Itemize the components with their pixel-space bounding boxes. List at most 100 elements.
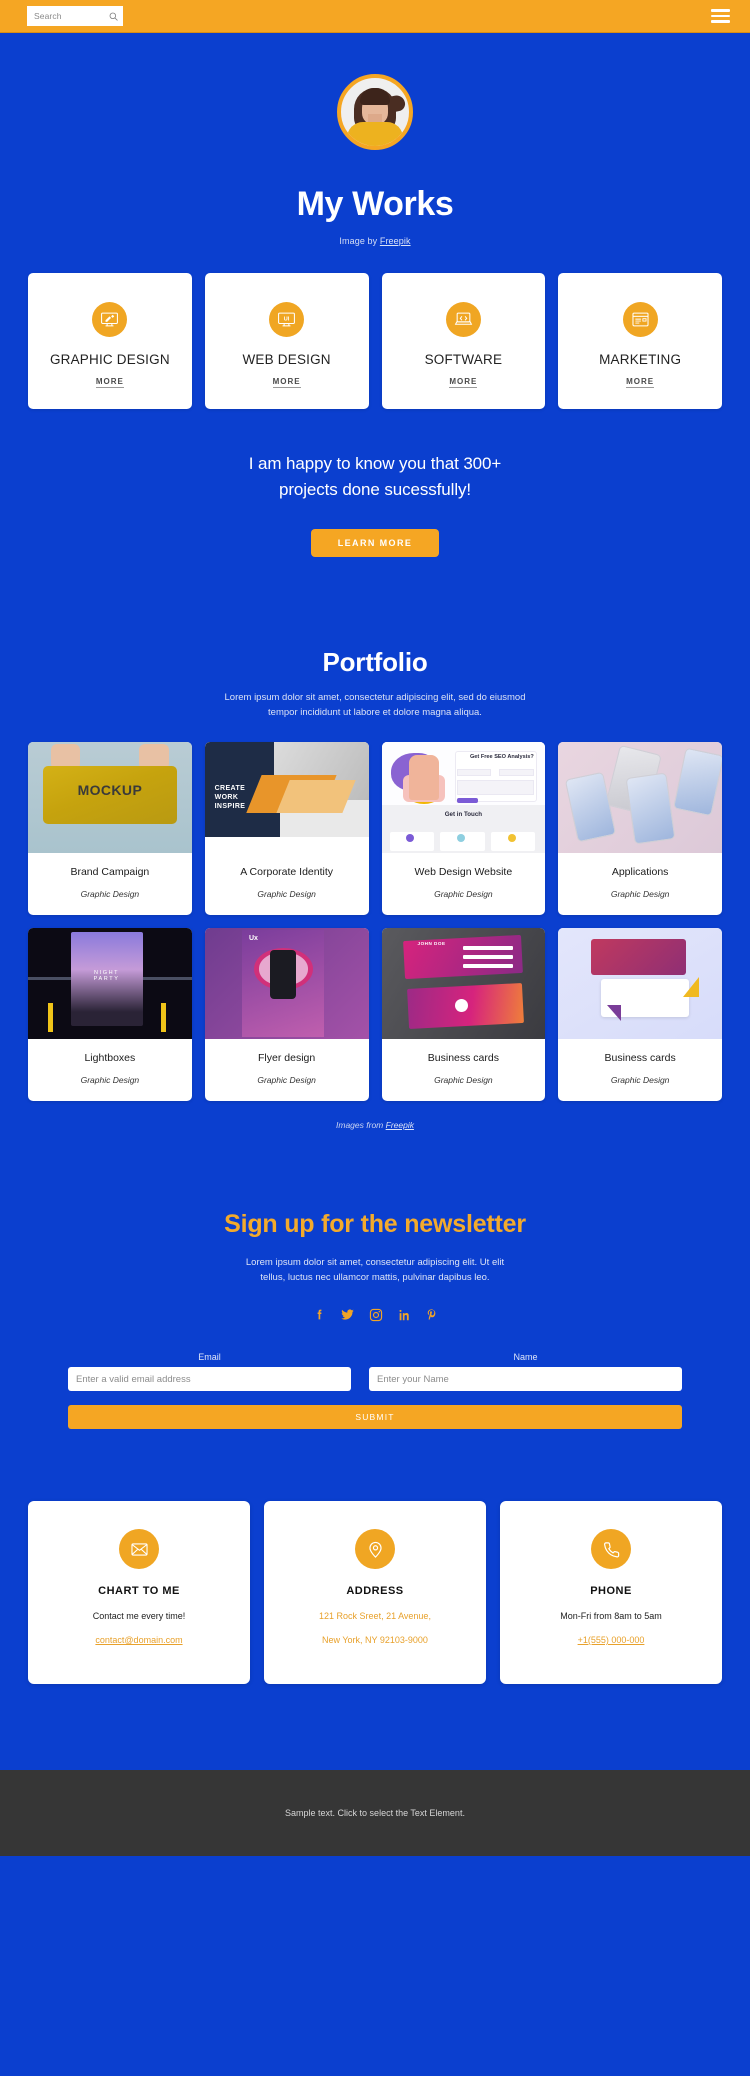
software-code-icon xyxy=(445,302,481,337)
search-input[interactable]: Search xyxy=(34,11,62,21)
portfolio-card[interactable]: Applications Graphic Design xyxy=(558,742,722,915)
phone-icon xyxy=(591,1529,631,1569)
web-design-ui-icon: UI xyxy=(269,302,305,337)
service-card-software[interactable]: SOFTWARE MORE xyxy=(381,273,546,409)
newsletter-text-line-1: Lorem ipsum dolor sit amet, consectetur … xyxy=(245,1257,505,1268)
search-input-wrapper[interactable]: Search xyxy=(27,6,123,26)
map-pin-icon xyxy=(355,1529,395,1569)
night-party-lightbox-photo: NIGHT PARTY xyxy=(28,928,192,1039)
portfolio-item-title: Lightboxes xyxy=(84,1052,136,1064)
portfolio-card[interactable]: Business cards Graphic Design xyxy=(558,928,722,1101)
top-bar: Search xyxy=(0,0,750,33)
portfolio-card[interactable]: Ux Flyer design Graphic Design xyxy=(204,928,369,1101)
portfolio-grid: MOCKUP Brand Campaign Graphic Design CRE… xyxy=(28,742,722,1101)
freepik-link[interactable]: Freepik xyxy=(380,236,411,246)
purple-flyer-photo: Ux xyxy=(204,928,369,1039)
contact-card-line-2: New York, NY 92103-9000 xyxy=(322,1635,428,1645)
stats-headline: I am happy to know you that 300+ project… xyxy=(0,451,750,503)
linkedin-icon[interactable] xyxy=(397,1308,411,1322)
credit-prefix: Images from xyxy=(336,1120,386,1130)
pinterest-icon[interactable] xyxy=(425,1307,438,1322)
mockup-bag-photo: MOCKUP xyxy=(28,742,192,853)
service-name: WEB DESIGN xyxy=(242,352,331,367)
seo-landing-page-photo: Get Free SEO Analysis? Get in Touch xyxy=(381,742,546,853)
newsletter-text: Lorem ipsum dolor sit amet, consectetur … xyxy=(195,1255,555,1285)
footer-text[interactable]: Sample text. Click to select the Text El… xyxy=(285,1808,465,1818)
portfolio-card[interactable]: JOHN DOE Business cards Graphic Design xyxy=(381,928,546,1101)
portfolio-item-category: Graphic Design xyxy=(610,889,670,899)
portfolio-item-category: Graphic Design xyxy=(257,889,316,899)
portfolio-item-title: Business cards xyxy=(604,1052,676,1064)
contact-card-email: CHART TO ME Contact me every time! conta… xyxy=(28,1501,250,1684)
service-name: MARKETING xyxy=(599,352,682,367)
portfolio-item-title: Applications xyxy=(611,866,669,878)
portfolio-card[interactable]: CREATE WORK INSPIRE A Corporate Identity G… xyxy=(204,742,369,915)
avatar xyxy=(337,74,413,150)
contact-card-title: CHART TO ME xyxy=(98,1585,180,1597)
contact-cards-row: CHART TO ME Contact me every time! conta… xyxy=(28,1501,722,1684)
service-card-graphic-design[interactable]: GRAPHIC DESIGN MORE xyxy=(28,273,192,409)
pink-business-cards-photo: JOHN DOE xyxy=(381,928,546,1039)
portfolio-card[interactable]: MOCKUP Brand Campaign Graphic Design xyxy=(28,742,192,915)
stats-line-2: projects done sucessfully! xyxy=(278,480,472,499)
portfolio-item-category: Graphic Design xyxy=(80,889,140,899)
hamburger-menu-icon[interactable] xyxy=(711,9,730,23)
portfolio-item-category: Graphic Design xyxy=(80,1075,140,1085)
facebook-icon[interactable] xyxy=(313,1307,326,1322)
contact-card-line-1: 121 Rock Sreet, 21 Avenue, xyxy=(319,1611,431,1621)
contact-card-line-2: +1(555) 000-000 xyxy=(500,1635,722,1645)
learn-more-wrapper: LEARN MORE xyxy=(0,529,750,557)
phone-link[interactable]: +1(555) 000-000 xyxy=(578,1635,645,1645)
twitter-icon[interactable] xyxy=(340,1307,355,1322)
service-name: SOFTWARE xyxy=(424,352,503,367)
freepik-link[interactable]: Freepik xyxy=(386,1120,414,1130)
submit-button[interactable]: SUBMIT xyxy=(68,1405,682,1429)
portfolio-item-category: Graphic Design xyxy=(257,1075,316,1085)
portfolio-subtitle: Lorem ipsum dolor sit amet, consectetur … xyxy=(185,690,565,720)
footer: Sample text. Click to select the Text El… xyxy=(0,1770,750,1856)
contact-card-phone: PHONE Mon-Fri from 8am to 5am +1(555) 00… xyxy=(500,1501,722,1684)
email-link[interactable]: contact@domain.com xyxy=(95,1635,182,1645)
service-name: GRAPHIC DESIGN xyxy=(49,352,170,367)
pastel-business-cards-photo xyxy=(558,928,722,1039)
corporate-template-photo: CREATE WORK INSPIRE xyxy=(204,742,369,853)
instagram-icon[interactable] xyxy=(369,1308,383,1322)
contact-card-line-1: Contact me every time! xyxy=(92,1611,186,1621)
credit-prefix: Image by xyxy=(339,236,380,246)
email-field[interactable] xyxy=(68,1367,351,1391)
portfolio-item-title: A Corporate Identity xyxy=(240,866,334,878)
portfolio-image-credit: Images from Freepik xyxy=(0,1120,750,1130)
portfolio-subtitle-line-1: Lorem ipsum dolor sit amet, consectetur … xyxy=(224,692,526,703)
newsletter-form: Email Name SUBMIT xyxy=(68,1352,682,1429)
newsletter-title: Sign up for the newsletter xyxy=(224,1210,526,1238)
service-more-link[interactable]: MORE xyxy=(272,377,301,388)
graphic-design-icon xyxy=(92,302,128,337)
hero-section: My Works Image by Freepik xyxy=(0,33,750,246)
envelope-icon xyxy=(119,1529,159,1569)
service-card-web-design[interactable]: UI WEB DESIGN MORE xyxy=(204,273,369,409)
name-field[interactable] xyxy=(369,1367,682,1391)
portfolio-item-title: Web Design Website xyxy=(414,866,513,878)
hero-image-credit: Image by Freepik xyxy=(0,236,750,246)
portfolio-card[interactable]: Get Free SEO Analysis? Get in Touch Web … xyxy=(381,742,546,915)
newsletter-text-line-2: tellus, luctus nec ullamcor mattis, pulv… xyxy=(260,1272,490,1283)
portfolio-item-category: Graphic Design xyxy=(434,889,493,899)
newsletter-section: Sign up for the newsletter Lorem ipsum d… xyxy=(0,1210,750,1429)
portfolio-item-category: Graphic Design xyxy=(434,1075,493,1085)
portfolio-item-title: Business cards xyxy=(427,1052,499,1064)
service-card-marketing[interactable]: MARKETING MORE xyxy=(558,273,722,409)
service-more-link[interactable]: MORE xyxy=(95,377,124,388)
services-row: GRAPHIC DESIGN MORE UI WEB DESIGN MORE S… xyxy=(28,273,722,409)
search-icon xyxy=(109,12,118,21)
portfolio-header: Portfolio Lorem ipsum dolor sit amet, co… xyxy=(0,647,750,720)
learn-more-button[interactable]: LEARN MORE xyxy=(310,529,440,557)
contact-card-title: PHONE xyxy=(590,1585,632,1597)
name-label: Name xyxy=(513,1352,538,1362)
portfolio-subtitle-line-2: tempor incididunt ut labore et dolore ma… xyxy=(268,707,482,718)
service-more-link[interactable]: MORE xyxy=(626,377,655,388)
portfolio-card[interactable]: NIGHT PARTY Lightboxes Graphic Design xyxy=(28,928,192,1101)
service-more-link[interactable]: MORE xyxy=(449,377,478,388)
portfolio-item-title: Flyer design xyxy=(258,1052,316,1064)
email-label: Email xyxy=(198,1352,221,1362)
svg-text:UI: UI xyxy=(284,316,290,322)
